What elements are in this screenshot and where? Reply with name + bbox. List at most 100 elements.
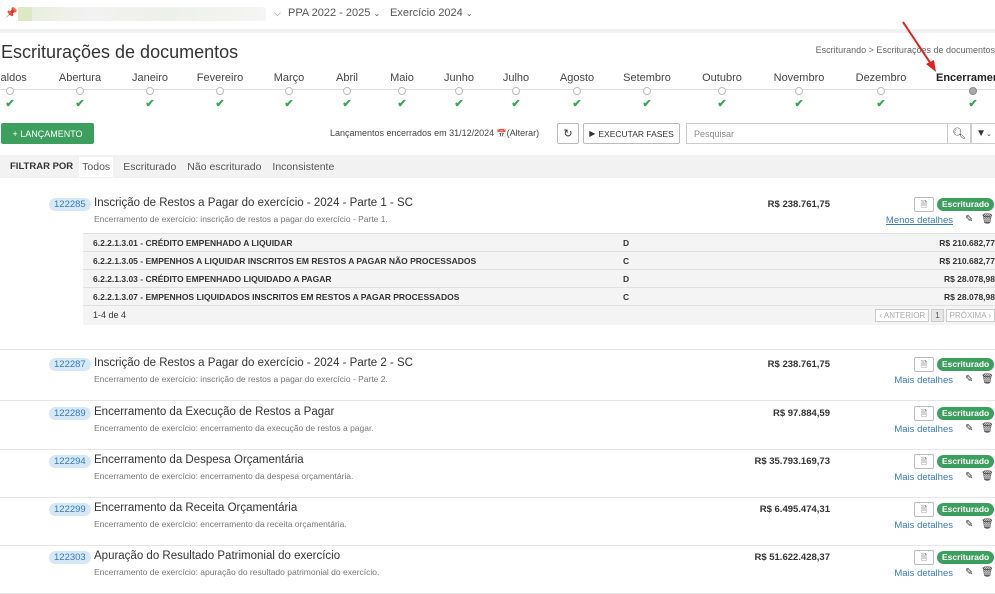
timeline-step-14[interactable]: Encerramento ✔ bbox=[933, 72, 995, 110]
filter-button[interactable]: ▼ ⌄ bbox=[971, 123, 995, 144]
add-lancamento-button[interactable]: + LANÇAMENTO bbox=[1, 123, 94, 144]
toggle-details-link[interactable]: Mais detalhes bbox=[894, 568, 953, 579]
document-icon: 🗎 bbox=[920, 360, 928, 369]
refresh-button[interactable]: ↻ bbox=[557, 123, 579, 144]
document-button[interactable]: 🗎 bbox=[914, 550, 934, 565]
edit-icon[interactable]: ✎ bbox=[965, 567, 973, 578]
timeline-step-2[interactable]: Janeiro ✔ bbox=[110, 72, 190, 110]
check-icon: ✔ bbox=[642, 98, 652, 110]
entry-value: R$ 238.761,75 bbox=[767, 359, 830, 370]
timeline-step-10[interactable]: Setembro ✔ bbox=[607, 72, 687, 110]
detail-count: 1-4 de 4 bbox=[93, 310, 127, 320]
toggle-details-link[interactable]: Mais detalhes bbox=[894, 520, 953, 531]
trash-icon[interactable]: 🗑︎ bbox=[981, 567, 994, 578]
execute-phases-label: EXECUTAR FASES bbox=[598, 128, 674, 139]
entry-id-badge[interactable]: 122303 bbox=[49, 551, 91, 564]
toggle-details-link[interactable]: Mais detalhes bbox=[894, 375, 953, 386]
detail-row: 6.2.2.1.3.05 - EMPENHOS A LIQUIDAR INSCR… bbox=[83, 251, 995, 269]
document-button[interactable]: 🗎 bbox=[914, 357, 934, 372]
toggle-details-link[interactable]: Mais detalhes bbox=[894, 472, 953, 483]
filter-todos[interactable]: Todos bbox=[79, 156, 114, 177]
trash-icon[interactable]: 🗑︎ bbox=[981, 519, 994, 530]
document-icon: 🗎 bbox=[920, 553, 928, 562]
entry-id-badge[interactable]: 122287 bbox=[49, 358, 91, 371]
toggle-details-link[interactable]: Menos detalhes bbox=[886, 215, 953, 226]
edit-icon[interactable]: ✎ bbox=[965, 214, 973, 225]
document-button[interactable]: 🗎 bbox=[914, 197, 934, 212]
entry-title: Encerramento da Despesa Orçamentária bbox=[94, 454, 304, 466]
entity-logo bbox=[18, 7, 32, 21]
pin-icon[interactable]: 📌 bbox=[5, 8, 17, 19]
filter-inconsistente[interactable]: Inconsistente bbox=[271, 158, 335, 176]
search-button[interactable]: 🔍︎ bbox=[947, 123, 971, 144]
edit-icon[interactable]: ✎ bbox=[965, 374, 973, 385]
timeline-step-label: Abertura bbox=[58, 72, 102, 84]
closing-date-label: Lançamentos encerrados em 31/12/2024 bbox=[330, 128, 495, 138]
account-amount: R$ 28.078,98 bbox=[943, 292, 995, 302]
trash-icon[interactable]: 🗑︎ bbox=[981, 374, 994, 385]
timeline-dot bbox=[216, 87, 224, 95]
timeline-step-9[interactable]: Agosto ✔ bbox=[537, 72, 617, 110]
document-button[interactable]: 🗎 bbox=[914, 454, 934, 469]
timeline-dot bbox=[643, 87, 651, 95]
check-icon: ✔ bbox=[717, 98, 727, 110]
check-icon: ✔ bbox=[794, 98, 804, 110]
timeline-dot bbox=[76, 87, 84, 95]
timeline-dot bbox=[795, 87, 803, 95]
entry-title: Inscrição de Restos a Pagar do exercício… bbox=[94, 357, 413, 369]
timeline-step-label: Agosto bbox=[559, 72, 595, 84]
status-badge: Escriturado bbox=[937, 503, 995, 516]
exercise-selector[interactable]: Exercício 2024 ⌄ bbox=[390, 7, 473, 19]
document-button[interactable]: 🗎 bbox=[914, 406, 934, 421]
breadcrumb[interactable]: Escriturando > Escriturações de document… bbox=[816, 45, 995, 55]
trash-icon[interactable]: 🗑︎ bbox=[981, 423, 994, 434]
entry-title: Encerramento da Execução de Restos a Pag… bbox=[94, 406, 335, 418]
filter-nao-escriturado[interactable]: Não escriturado bbox=[186, 158, 262, 176]
timeline-dot bbox=[343, 87, 351, 95]
pagination: ‹ ANTERIOR 1 PRÓXIMA › bbox=[875, 309, 995, 322]
ppa-selector[interactable]: PPA 2022 - 2025 ⌄ bbox=[288, 7, 380, 19]
chevron-down-icon[interactable]: ⌵ bbox=[274, 8, 281, 19]
timeline-step-label: Setembro bbox=[623, 72, 671, 84]
entry-row: 122299 Encerramento da Receita Orçamentár… bbox=[0, 498, 995, 546]
entry-value: R$ 97.884,59 bbox=[772, 408, 830, 419]
divider bbox=[0, 29, 995, 33]
entity-selector-blurred[interactable] bbox=[18, 7, 266, 21]
entry-id-badge[interactable]: 122285 bbox=[49, 198, 91, 211]
filter-label: FILTRAR POR bbox=[10, 161, 74, 172]
account-amount: R$ 28.078,98 bbox=[943, 274, 995, 284]
edit-icon[interactable]: ✎ bbox=[965, 519, 973, 530]
prev-page-button[interactable]: ‹ ANTERIOR bbox=[875, 309, 930, 322]
ppa-label: PPA 2022 - 2025 bbox=[288, 7, 371, 19]
entry-value: R$ 35.793.169,73 bbox=[754, 456, 830, 467]
entry-id-badge[interactable]: 122289 bbox=[49, 407, 91, 420]
timeline-step-label: Encerramento bbox=[936, 72, 995, 84]
edit-icon[interactable]: ✎ bbox=[965, 471, 973, 482]
trash-icon[interactable]: 🗑︎ bbox=[981, 214, 994, 225]
filter-escriturado[interactable]: Escriturado bbox=[122, 158, 177, 176]
execute-phases-button[interactable]: ▶ EXECUTAR FASES bbox=[583, 123, 680, 144]
document-icon: 🗎 bbox=[920, 409, 928, 418]
entry-description: Encerramento de exercício: encerramento … bbox=[94, 471, 354, 481]
search-input[interactable]: Pesquisar bbox=[686, 123, 948, 144]
entry-description: Encerramento de exercício: inscrição de … bbox=[94, 374, 388, 384]
timeline-step-11[interactable]: Outubro ✔ bbox=[682, 72, 762, 110]
entry-id-badge[interactable]: 122299 bbox=[49, 503, 91, 516]
entry-id-badge[interactable]: 122294 bbox=[49, 455, 91, 468]
document-button[interactable]: 🗎 bbox=[914, 502, 934, 517]
next-page-button[interactable]: PRÓXIMA › bbox=[945, 309, 995, 322]
timeline-step-3[interactable]: Fevereiro ✔ bbox=[180, 72, 260, 110]
timeline-dot bbox=[146, 87, 154, 95]
edit-icon[interactable]: ✎ bbox=[965, 423, 973, 434]
trash-icon[interactable]: 🗑︎ bbox=[981, 471, 994, 482]
check-icon: ✔ bbox=[572, 98, 582, 110]
page-number-button[interactable]: 1 bbox=[931, 309, 944, 322]
status-badge: Escriturado bbox=[937, 455, 995, 468]
timeline-step-12[interactable]: Novembro ✔ bbox=[759, 72, 839, 110]
timeline-step-13[interactable]: Dezembro ✔ bbox=[841, 72, 921, 110]
toggle-details-link[interactable]: Mais detalhes bbox=[894, 424, 953, 435]
timeline-step-1[interactable]: Abertura ✔ bbox=[40, 72, 120, 110]
change-date-link[interactable]: (Alterar) bbox=[507, 128, 540, 138]
entry-title: Apuração do Resultado Patrimonial do exe… bbox=[94, 550, 341, 562]
account-name: 6.2.2.1.3.05 - EMPENHOS A LIQUIDAR INSCR… bbox=[93, 256, 477, 266]
